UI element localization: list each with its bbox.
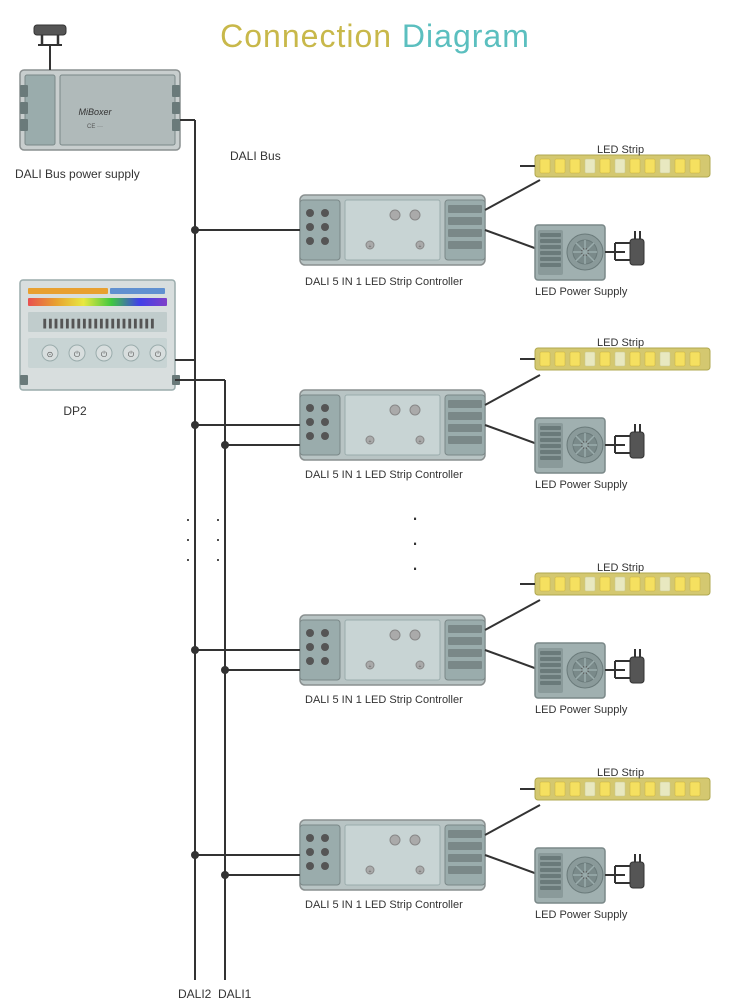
- dali2-label: DALI2: [178, 987, 212, 1000]
- dali1-label: DALI1: [218, 987, 252, 1000]
- controller-4: + +: [300, 820, 485, 890]
- svg-text:+: +: [369, 869, 372, 875]
- svg-text:·: ·: [411, 555, 418, 580]
- led-strip-2: [520, 348, 710, 370]
- svg-text:·: ·: [411, 530, 418, 555]
- svg-text:⏻: ⏻: [155, 350, 162, 359]
- svg-text:⏻: ⏻: [128, 350, 135, 359]
- ellipsis-vertical-5: ·: [215, 529, 221, 549]
- title-diagram: Diagram: [402, 18, 530, 54]
- dali-bus-line-label: DALI Bus: [230, 149, 281, 163]
- controller-3: + +: [300, 615, 485, 685]
- ellipsis-vertical-2: ·: [185, 529, 194, 549]
- power-supply-2: [535, 418, 644, 473]
- svg-text:+: +: [369, 664, 372, 670]
- power-supply-2-label: LED Power Supply: [535, 479, 628, 491]
- svg-text:+: +: [419, 869, 422, 875]
- power-supply-1: [535, 225, 644, 280]
- led-strip-1-label: LED Strip: [597, 144, 644, 156]
- svg-text:+: +: [419, 244, 422, 250]
- svg-text:▐▐▐▐▐▐▐▐▐▐▐▐▐▐▐▐▐▐▐▐: ▐▐▐▐▐▐▐▐▐▐▐▐▐▐▐▐▐▐▐▐: [40, 318, 154, 329]
- ellipsis-vertical-4: ·: [215, 509, 221, 529]
- led-strip-3: [520, 573, 710, 595]
- ellipsis-vertical-1: ·: [185, 509, 194, 529]
- controller-3-label: DALI 5 IN 1 LED Strip Controller: [305, 694, 463, 706]
- center-ellipsis: ·: [411, 505, 418, 530]
- led-strip-2-label: LED Strip: [597, 337, 644, 349]
- power-supply-1-label: LED Power Supply: [535, 286, 628, 298]
- controller-2-label: DALI 5 IN 1 LED Strip Controller: [305, 469, 463, 481]
- led-strip-3-label: LED Strip: [597, 562, 644, 574]
- ellipsis-vertical-6: ·: [215, 549, 221, 569]
- svg-text:+: +: [369, 244, 372, 250]
- led-strip-1: [520, 155, 710, 177]
- power-supply-3: [535, 643, 644, 698]
- controller-1: + +: [300, 195, 485, 265]
- ellipsis-vertical-3: ·: [185, 549, 194, 569]
- title-connection: Connection: [220, 18, 392, 54]
- svg-text:⏻: ⏻: [101, 350, 108, 359]
- svg-text:⏻: ⏻: [74, 350, 81, 359]
- dp2-label-text: DP2: [63, 404, 87, 418]
- dp2-device: ▐▐▐▐▐▐▐▐▐▐▐▐▐▐▐▐▐▐▐▐ ⊙ ⏻ ⏻ ⏻ ⏻: [20, 280, 180, 390]
- svg-text:CE ···: CE ···: [87, 124, 103, 130]
- controller-4-label: DALI 5 IN 1 LED Strip Controller: [305, 899, 463, 911]
- led-strip-4: [520, 778, 710, 800]
- svg-text:+: +: [369, 439, 372, 445]
- controller-2: + +: [300, 390, 485, 460]
- svg-text:MiBoxer: MiBoxer: [78, 107, 112, 117]
- controller-1-label: DALI 5 IN 1 LED Strip Controller: [305, 276, 463, 288]
- dali-bus-label-text: DALI Bus power supply: [15, 167, 140, 181]
- power-supply-3-label: LED Power Supply: [535, 704, 628, 716]
- page-title: Connection Diagram: [0, 0, 750, 55]
- led-strip-4-label: LED Strip: [597, 767, 644, 779]
- svg-text:+: +: [419, 664, 422, 670]
- svg-text:+: +: [419, 439, 422, 445]
- power-supply-4-label: LED Power Supply: [535, 909, 628, 921]
- svg-text:⊙: ⊙: [47, 350, 54, 359]
- power-supply-4: [535, 848, 644, 903]
